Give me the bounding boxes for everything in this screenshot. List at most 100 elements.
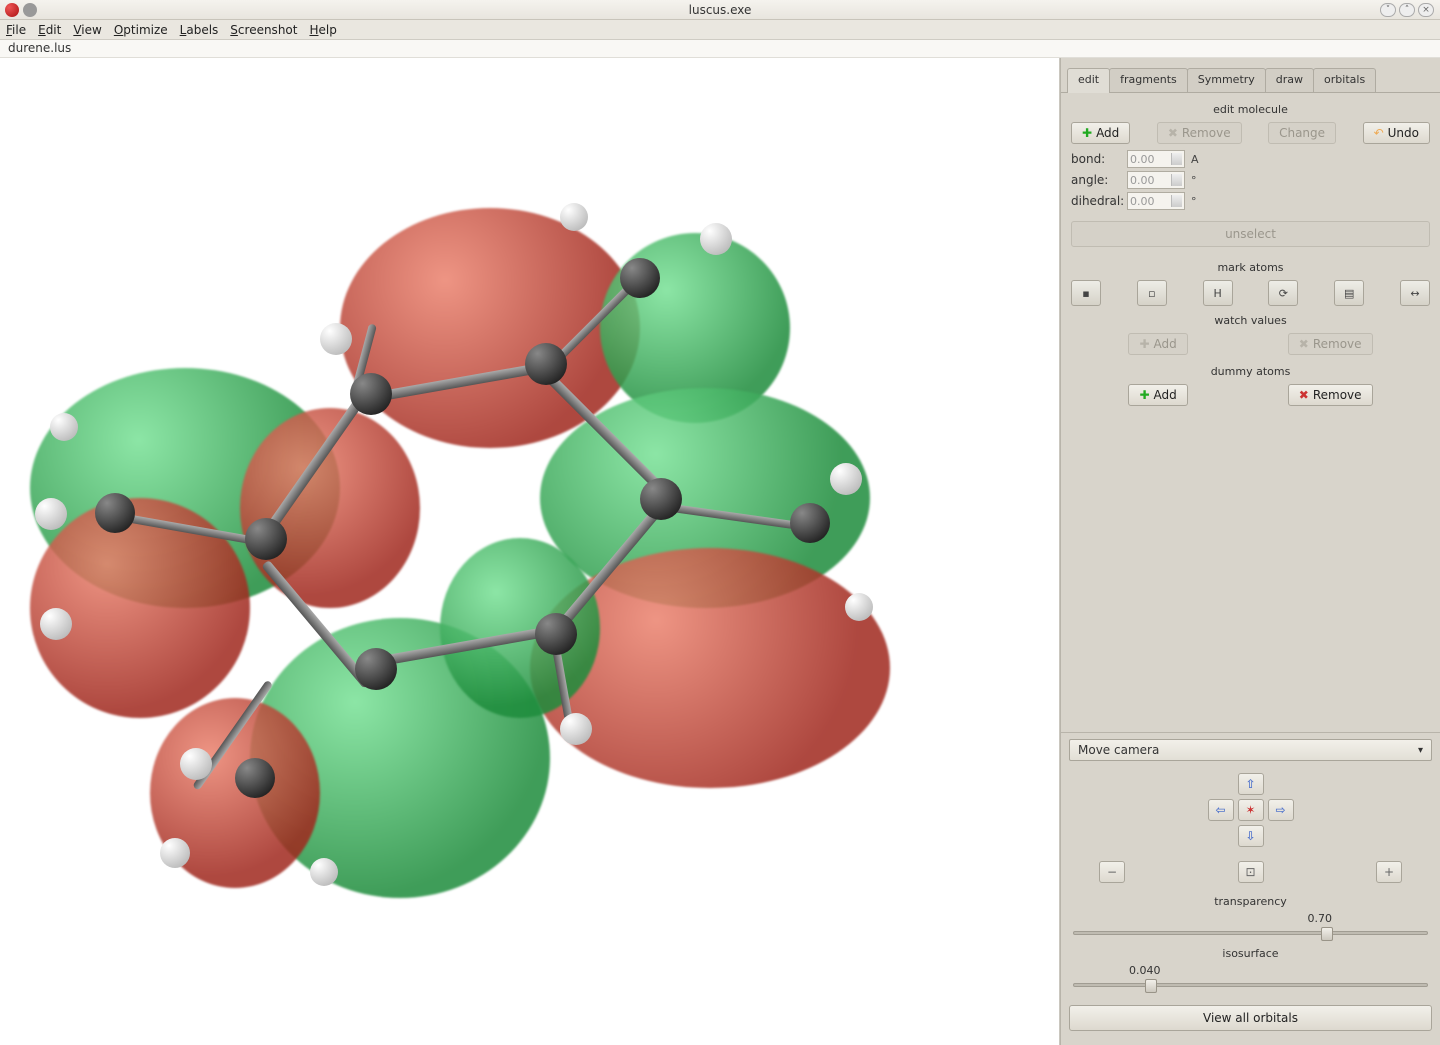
camera-down-button[interactable]: ⇩ — [1238, 825, 1264, 847]
atom-hydrogen — [560, 203, 588, 231]
menu-screenshot[interactable]: Screenshot — [230, 23, 297, 37]
atom-carbon — [95, 493, 135, 533]
slider-thumb[interactable] — [1145, 979, 1157, 993]
maximize-button[interactable]: ˄ — [1399, 3, 1415, 17]
transparency-label: transparency — [1069, 895, 1432, 908]
zoom-in-button[interactable]: + — [1376, 861, 1402, 883]
atom-carbon — [355, 648, 397, 690]
atom-hydrogen — [700, 223, 732, 255]
mark-btn-6[interactable]: ↔ — [1400, 280, 1430, 306]
atom-hydrogen — [560, 713, 592, 745]
dummy-remove-button[interactable]: ✖Remove — [1288, 384, 1373, 406]
orbital-lobe — [340, 208, 640, 448]
x-icon: ✖ — [1299, 388, 1309, 402]
edit-tab-content: edit molecule ✚Add ✖Remove Change ↶Undo … — [1061, 92, 1440, 732]
camera-panel: Move camera ▾ ⇧ ⇦ ✶ ⇨ ⇩ − ⊡ + transparen… — [1061, 732, 1440, 1045]
watch-remove-button[interactable]: ✖Remove — [1288, 333, 1373, 355]
slider-thumb[interactable] — [1321, 927, 1333, 941]
dummy-add-button[interactable]: ✚Add — [1128, 384, 1187, 406]
atom-hydrogen — [830, 463, 862, 495]
transparency-value: 0.70 — [1069, 912, 1432, 925]
menu-labels[interactable]: Labels — [180, 23, 219, 37]
transparency-slider[interactable] — [1073, 931, 1428, 935]
menu-edit[interactable]: Edit — [38, 23, 61, 37]
menu-help[interactable]: Help — [309, 23, 336, 37]
menu-optimize[interactable]: Optimize — [114, 23, 168, 37]
mark-atoms-title: mark atoms — [1071, 261, 1430, 274]
bond-label: bond: — [1071, 152, 1123, 166]
atom-carbon — [235, 758, 275, 798]
change-button[interactable]: Change — [1268, 122, 1336, 144]
window-titlebar: luscus.exe ˅ ˄ × — [0, 0, 1440, 20]
menu-file[interactable]: File — [6, 23, 26, 37]
camera-mode-combo[interactable]: Move camera ▾ — [1069, 739, 1432, 761]
open-file-bar: durene.lus — [0, 40, 1440, 58]
chevron-down-icon: ▾ — [1418, 745, 1423, 756]
camera-left-button[interactable]: ⇦ — [1208, 799, 1234, 821]
angle-unit: ° — [1191, 174, 1197, 187]
dummy-atoms-title: dummy atoms — [1071, 365, 1430, 378]
window-controls: ˅ ˄ × — [1380, 3, 1434, 17]
plus-icon: ✚ — [1139, 388, 1149, 402]
tab-edit[interactable]: edit — [1067, 68, 1110, 93]
undo-icon: ↶ — [1374, 126, 1384, 140]
x-icon: ✖ — [1299, 337, 1309, 351]
camera-nav: ⇧ ⇦ ✶ ⇨ ⇩ — [1069, 773, 1432, 847]
tab-fragments[interactable]: fragments — [1109, 68, 1188, 92]
mark-btn-h[interactable]: H — [1203, 280, 1233, 306]
remove-button[interactable]: ✖Remove — [1157, 122, 1242, 144]
x-icon: ✖ — [1168, 126, 1178, 140]
atom-hydrogen — [50, 413, 78, 441]
close-button[interactable]: × — [1418, 3, 1434, 17]
dihedral-input[interactable]: 0.00 — [1127, 192, 1185, 210]
watch-values-title: watch values — [1071, 314, 1430, 327]
zoom-out-button[interactable]: − — [1099, 861, 1125, 883]
camera-up-button[interactable]: ⇧ — [1238, 773, 1264, 795]
view-all-orbitals-button[interactable]: View all orbitals — [1069, 1005, 1432, 1031]
atom-hydrogen — [35, 498, 67, 530]
atom-carbon — [535, 613, 577, 655]
bond-input[interactable]: 0.00 — [1127, 150, 1185, 168]
menubar: File Edit View Optimize Labels Screensho… — [0, 20, 1440, 40]
tab-symmetry[interactable]: Symmetry — [1187, 68, 1266, 92]
edit-molecule-title: edit molecule — [1071, 103, 1430, 116]
system-icon — [23, 3, 37, 17]
plus-icon: ✚ — [1082, 126, 1092, 140]
isosurface-value: 0.040 — [1069, 964, 1432, 977]
molecule-viewport[interactable] — [0, 58, 1060, 1045]
atom-hydrogen — [310, 858, 338, 886]
isosurface-slider[interactable] — [1073, 983, 1428, 987]
angle-input[interactable]: 0.00 — [1127, 171, 1185, 189]
atom-hydrogen — [845, 593, 873, 621]
minimize-button[interactable]: ˅ — [1380, 3, 1396, 17]
unselect-button[interactable]: unselect — [1071, 221, 1430, 247]
angle-label: angle: — [1071, 173, 1123, 187]
watch-add-button[interactable]: ✚Add — [1128, 333, 1187, 355]
camera-right-button[interactable]: ⇨ — [1268, 799, 1294, 821]
atom-carbon — [525, 343, 567, 385]
atom-carbon — [640, 478, 682, 520]
mark-btn-symmetry[interactable]: ⟳ — [1268, 280, 1298, 306]
atom-hydrogen — [40, 608, 72, 640]
menu-view[interactable]: View — [73, 23, 101, 37]
filename-label: durene.lus — [8, 41, 71, 55]
atom-hydrogen — [320, 323, 352, 355]
tab-orbitals[interactable]: orbitals — [1313, 68, 1376, 92]
undo-button[interactable]: ↶Undo — [1363, 122, 1430, 144]
combo-label: Move camera — [1078, 743, 1159, 757]
zoom-fit-button[interactable]: ⊡ — [1238, 861, 1264, 883]
camera-center-button[interactable]: ✶ — [1238, 799, 1264, 821]
mark-btn-2[interactable]: ▫ — [1137, 280, 1167, 306]
tab-draw[interactable]: draw — [1265, 68, 1314, 92]
add-button[interactable]: ✚Add — [1071, 122, 1130, 144]
mark-btn-1[interactable]: ▪ — [1071, 280, 1101, 306]
atom-carbon — [620, 258, 660, 298]
bond-unit: A — [1191, 153, 1199, 166]
isosurface-label: isosurface — [1069, 947, 1432, 960]
atom-hydrogen — [180, 748, 212, 780]
mark-btn-5[interactable]: ▤ — [1334, 280, 1364, 306]
dihedral-label: dihedral: — [1071, 194, 1123, 208]
tab-strip: edit fragments Symmetry draw orbitals — [1061, 58, 1440, 92]
app-icon — [5, 3, 19, 17]
atom-carbon — [790, 503, 830, 543]
